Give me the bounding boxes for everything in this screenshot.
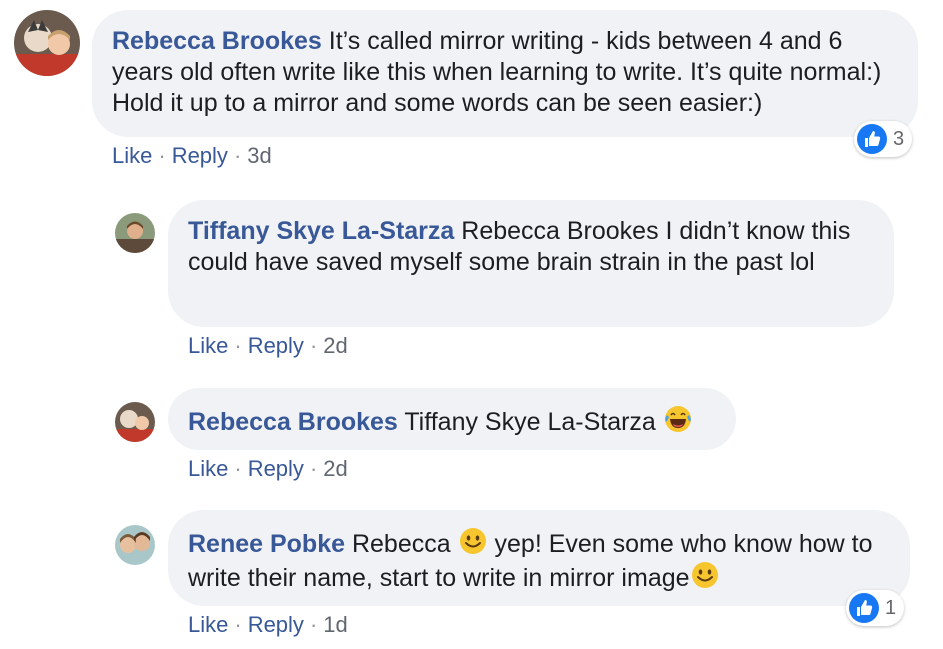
like-link[interactable]: Like: [188, 333, 228, 358]
comment-bubble: Rebecca Brookes It’s called mirror writi…: [92, 10, 918, 137]
comment-author[interactable]: Renee Pobke: [188, 530, 345, 558]
like-icon: [857, 124, 887, 154]
separator: ·: [234, 456, 242, 481]
separator: ·: [233, 143, 242, 168]
avatar-photo: [115, 525, 155, 565]
avatar[interactable]: [14, 10, 80, 76]
separator: ·: [309, 456, 318, 481]
comment-actions: Like · Reply · 2d: [188, 456, 348, 482]
timestamp[interactable]: 1d: [323, 612, 347, 637]
timestamp[interactable]: 2d: [323, 456, 347, 481]
separator: ·: [234, 333, 242, 358]
comment-actions: Like · Reply · 1d: [188, 612, 348, 638]
avatar-photo: [115, 402, 155, 442]
like-link[interactable]: Like: [112, 143, 152, 168]
reply-link[interactable]: Reply: [248, 612, 304, 637]
mentioned-user: Rebecca Brookes: [454, 217, 659, 245]
avatar[interactable]: [115, 213, 155, 253]
comment-author[interactable]: Tiffany Skye La-Starza: [188, 217, 454, 245]
reaction-summary[interactable]: 1: [846, 590, 905, 626]
timestamp[interactable]: 3d: [247, 143, 271, 168]
comment-text: Tiffany Skye La-Starza: [397, 408, 663, 436]
separator: ·: [158, 143, 166, 168]
reply-link[interactable]: Reply: [172, 143, 228, 168]
reaction-count: 1: [885, 596, 897, 619]
avatar-photo: [115, 213, 155, 253]
separator: ·: [309, 333, 318, 358]
comment-actions: Like · Reply · 2d: [188, 333, 348, 359]
separator: ·: [234, 612, 242, 637]
like-link[interactable]: Like: [188, 612, 228, 637]
laughing-tears-emoji: [664, 406, 691, 432]
comment-bubble: Tiffany Skye La-Starza Rebecca Brookes I…: [168, 200, 894, 327]
smile-emoji: [459, 528, 486, 554]
avatar[interactable]: [115, 525, 155, 565]
comment-bubble: Rebecca Brookes Tiffany Skye La-Starza: [168, 388, 736, 450]
reply-link[interactable]: Reply: [248, 456, 304, 481]
comment-actions: Like · Reply · 3d: [112, 143, 272, 169]
avatar[interactable]: [115, 402, 155, 442]
reaction-count: 3: [893, 127, 905, 150]
like-link[interactable]: Like: [188, 456, 228, 481]
comment-text: Rebecca: [345, 530, 458, 558]
comment-author[interactable]: Rebecca Brookes: [112, 27, 322, 55]
comment-author[interactable]: Rebecca Brookes: [188, 408, 398, 436]
timestamp[interactable]: 2d: [323, 333, 347, 358]
smile-emoji: [691, 562, 718, 588]
comment-bubble: Renee Pobke Rebecca yep! Even some who k…: [168, 510, 910, 606]
like-icon: [849, 593, 879, 623]
separator: ·: [309, 612, 318, 637]
avatar-photo: [14, 10, 80, 76]
reply-link[interactable]: Reply: [248, 333, 304, 358]
reaction-summary[interactable]: 3: [854, 121, 913, 157]
